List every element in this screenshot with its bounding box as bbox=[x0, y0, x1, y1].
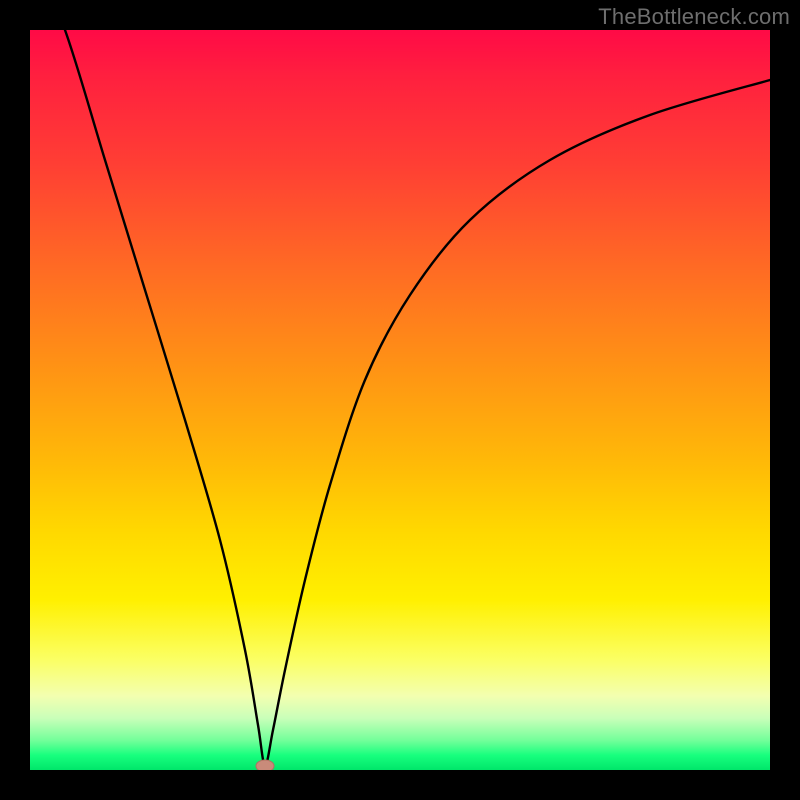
min-marker bbox=[256, 760, 274, 770]
bottleneck-curve bbox=[30, 30, 770, 765]
chart-frame: TheBottleneck.com bbox=[0, 0, 800, 800]
curve-layer bbox=[30, 30, 770, 770]
plot-area bbox=[30, 30, 770, 770]
watermark-text: TheBottleneck.com bbox=[598, 4, 790, 30]
